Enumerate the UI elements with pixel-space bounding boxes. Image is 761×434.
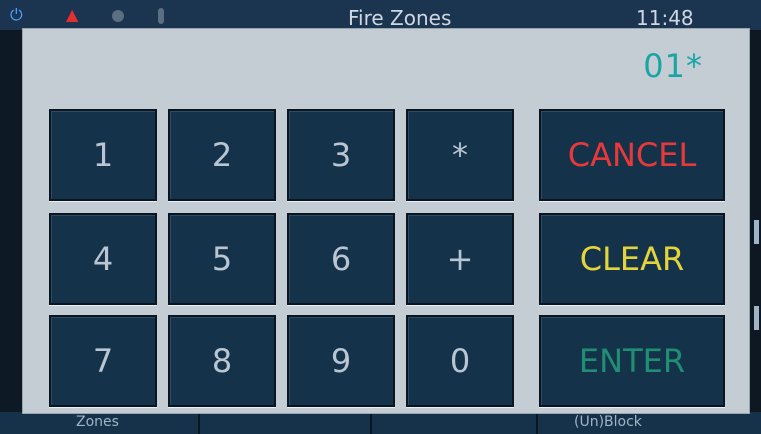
key-3[interactable]: 3 (287, 109, 395, 201)
enter-button[interactable]: ENTER (539, 315, 725, 407)
footer-divider (536, 412, 538, 434)
entry-display: 01* (643, 47, 703, 85)
tab-zones[interactable]: Zones (76, 414, 119, 430)
header-bar: ⏻ ▲ Fire Zones 11:48 (0, 0, 761, 30)
clock-time: 11:48 (636, 6, 694, 30)
key-0[interactable]: 0 (406, 315, 514, 407)
numeric-keypad-dialog: 01* 1 2 3 * 4 5 6 + 7 8 9 0 CANCEL CLEAR… (22, 28, 750, 414)
alarm-warning-icon: ▲ (66, 5, 79, 24)
key-asterisk[interactable]: * (406, 109, 514, 201)
key-1[interactable]: 1 (49, 109, 157, 201)
key-2[interactable]: 2 (168, 109, 276, 201)
power-icon[interactable]: ⏻ (10, 6, 28, 24)
status-dot-icon (112, 10, 124, 22)
cancel-label: CANCEL (567, 136, 697, 174)
key-6[interactable]: 6 (287, 213, 395, 305)
edge-marker (754, 220, 759, 244)
footer-bar: Zones (Un)Block (0, 412, 761, 434)
key-8[interactable]: 8 (168, 315, 276, 407)
key-5[interactable]: 5 (168, 213, 276, 305)
right-edge-panel (750, 30, 761, 412)
edge-marker (754, 306, 759, 330)
clear-button[interactable]: CLEAR (539, 213, 725, 305)
screen-title: Fire Zones (348, 6, 452, 30)
key-9[interactable]: 9 (287, 315, 395, 407)
footer-divider (198, 412, 200, 434)
tab-unblock[interactable]: (Un)Block (574, 414, 642, 430)
cancel-button[interactable]: CANCEL (539, 109, 725, 201)
status-pin-icon (158, 8, 164, 24)
footer-divider (370, 412, 372, 434)
enter-label: ENTER (578, 342, 686, 380)
clear-label: CLEAR (579, 240, 685, 278)
key-plus[interactable]: + (406, 213, 514, 305)
key-7[interactable]: 7 (49, 315, 157, 407)
key-4[interactable]: 4 (49, 213, 157, 305)
